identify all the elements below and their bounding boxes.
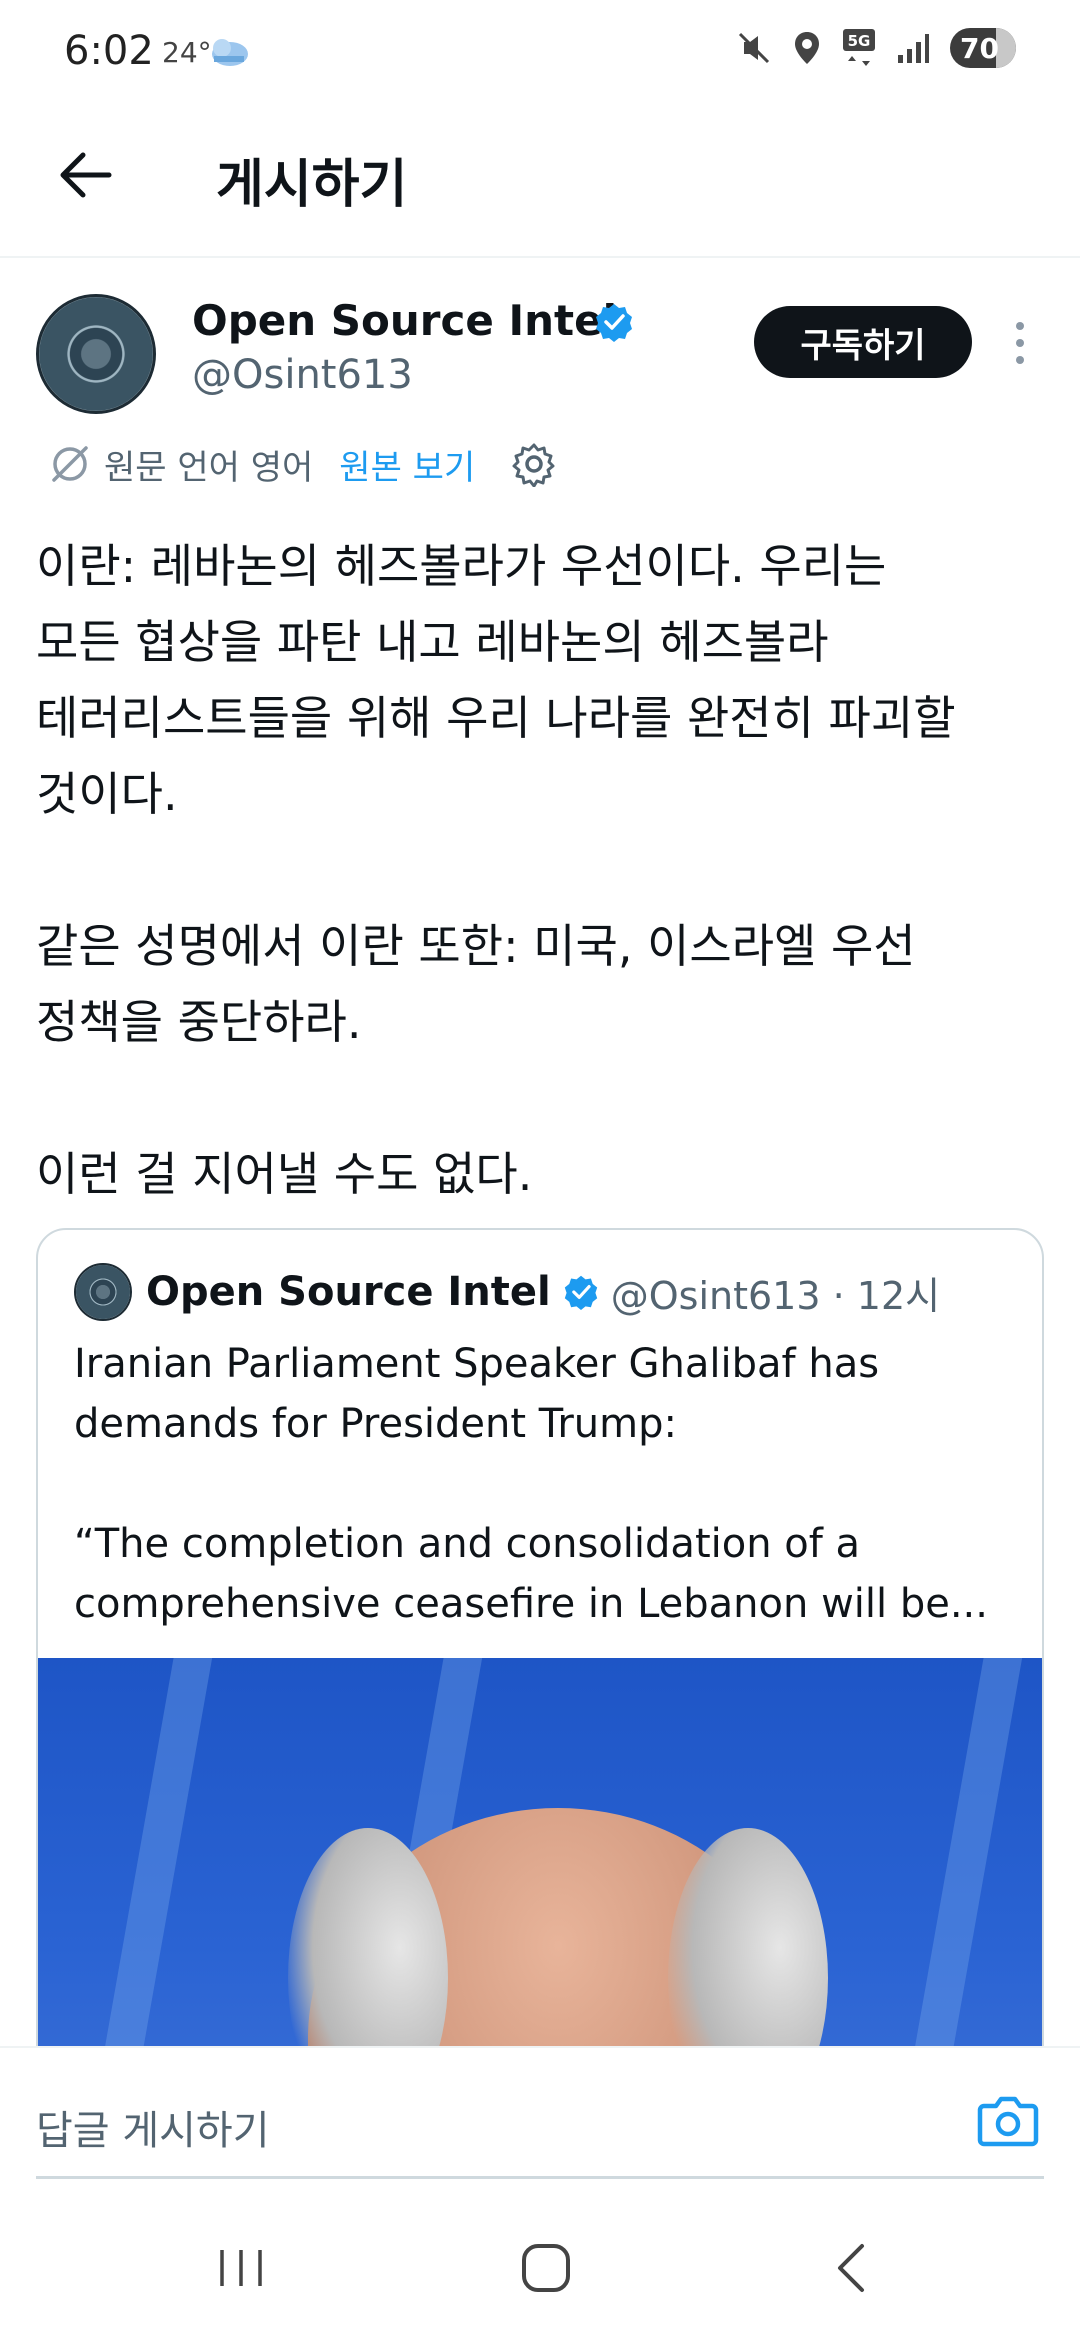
status-temperature: 24°	[162, 36, 212, 69]
author-name[interactable]: Open Source Intel	[192, 296, 617, 345]
signal-icon	[898, 34, 929, 63]
arrow-left-icon	[60, 152, 112, 198]
gear-icon[interactable]	[511, 441, 557, 487]
home-icon[interactable]	[518, 2240, 574, 2296]
quoted-text-line: demands for President Trump:	[74, 1401, 677, 1447]
nav-back-icon[interactable]	[828, 2240, 872, 2296]
show-original-link[interactable]: 원본 보기	[339, 440, 475, 489]
quoted-text-line: Iranian Parliament Speaker Ghalibaf has	[74, 1341, 880, 1387]
post-text: 이란: 레바논의 헤즈볼라가 우선이다. 우리는 모든 협상을 파탄 내고 레바…	[36, 528, 1046, 1212]
quoted-text-line: “The completion and consolidation of a	[74, 1521, 861, 1567]
back-button[interactable]	[50, 140, 120, 210]
quoted-post-meta: @Osint613 · 12시	[610, 1273, 941, 1318]
quoted-post-header: Open Source Intel @Osint613 · 12시	[74, 1262, 940, 1322]
network-label: 5G	[848, 32, 871, 50]
subscribe-button[interactable]: 구독하기	[754, 306, 972, 378]
battery-level: 70	[960, 31, 999, 65]
reply-input[interactable]: 답글 게시하기	[36, 2098, 270, 2156]
quoted-post-card[interactable]: Open Source Intel @Osint613 · 12시 Irania…	[36, 1228, 1044, 2128]
quoted-post-text: Iranian Parliament Speaker Ghalibaf has …	[74, 1334, 1014, 1634]
camera-icon[interactable]	[976, 2092, 1040, 2148]
header-divider	[0, 256, 1080, 258]
post-paragraph: 이런 걸 지어낼 수도 없다.	[36, 1147, 533, 1201]
page-title: 게시하기	[216, 155, 408, 215]
translate-icon	[52, 446, 88, 482]
status-bar: 6:02 24° 5G 70	[0, 0, 1080, 110]
verified-badge-icon	[596, 304, 632, 342]
status-time: 6:02	[64, 28, 154, 74]
recent-apps-icon[interactable]	[216, 2246, 266, 2290]
mute-icon	[738, 32, 770, 64]
quoted-author-avatar	[74, 1263, 132, 1321]
battery-icon: 70	[950, 28, 1016, 68]
author-avatar[interactable]	[36, 294, 156, 414]
verified-badge-icon	[564, 1275, 597, 1310]
reply-divider	[36, 2176, 1044, 2179]
weather-icon	[212, 39, 248, 66]
location-icon	[795, 32, 819, 64]
post-paragraph: 이란: 레바논의 헤즈볼라가 우선이다. 우리는 모든 협상을 파탄 내고 레바…	[36, 539, 956, 821]
quoted-author-name: Open Source Intel	[146, 1269, 551, 1315]
translation-label: 원문 언어 영어	[104, 447, 314, 488]
quoted-text-line: comprehensive ceasefire in Lebanon will …	[74, 1581, 988, 1627]
author-handle[interactable]: @Osint613	[192, 352, 413, 398]
post-paragraph: 같은 성명에서 이란 또한: 미국, 이스라엘 우선 정책을 중단하라.	[36, 919, 916, 1049]
translation-row: 원문 언어 영어 원본 보기	[48, 436, 557, 492]
status-icons: 5G 70	[736, 28, 1016, 68]
more-options-icon[interactable]	[1002, 318, 1038, 368]
5g-icon: 5G	[843, 29, 875, 66]
